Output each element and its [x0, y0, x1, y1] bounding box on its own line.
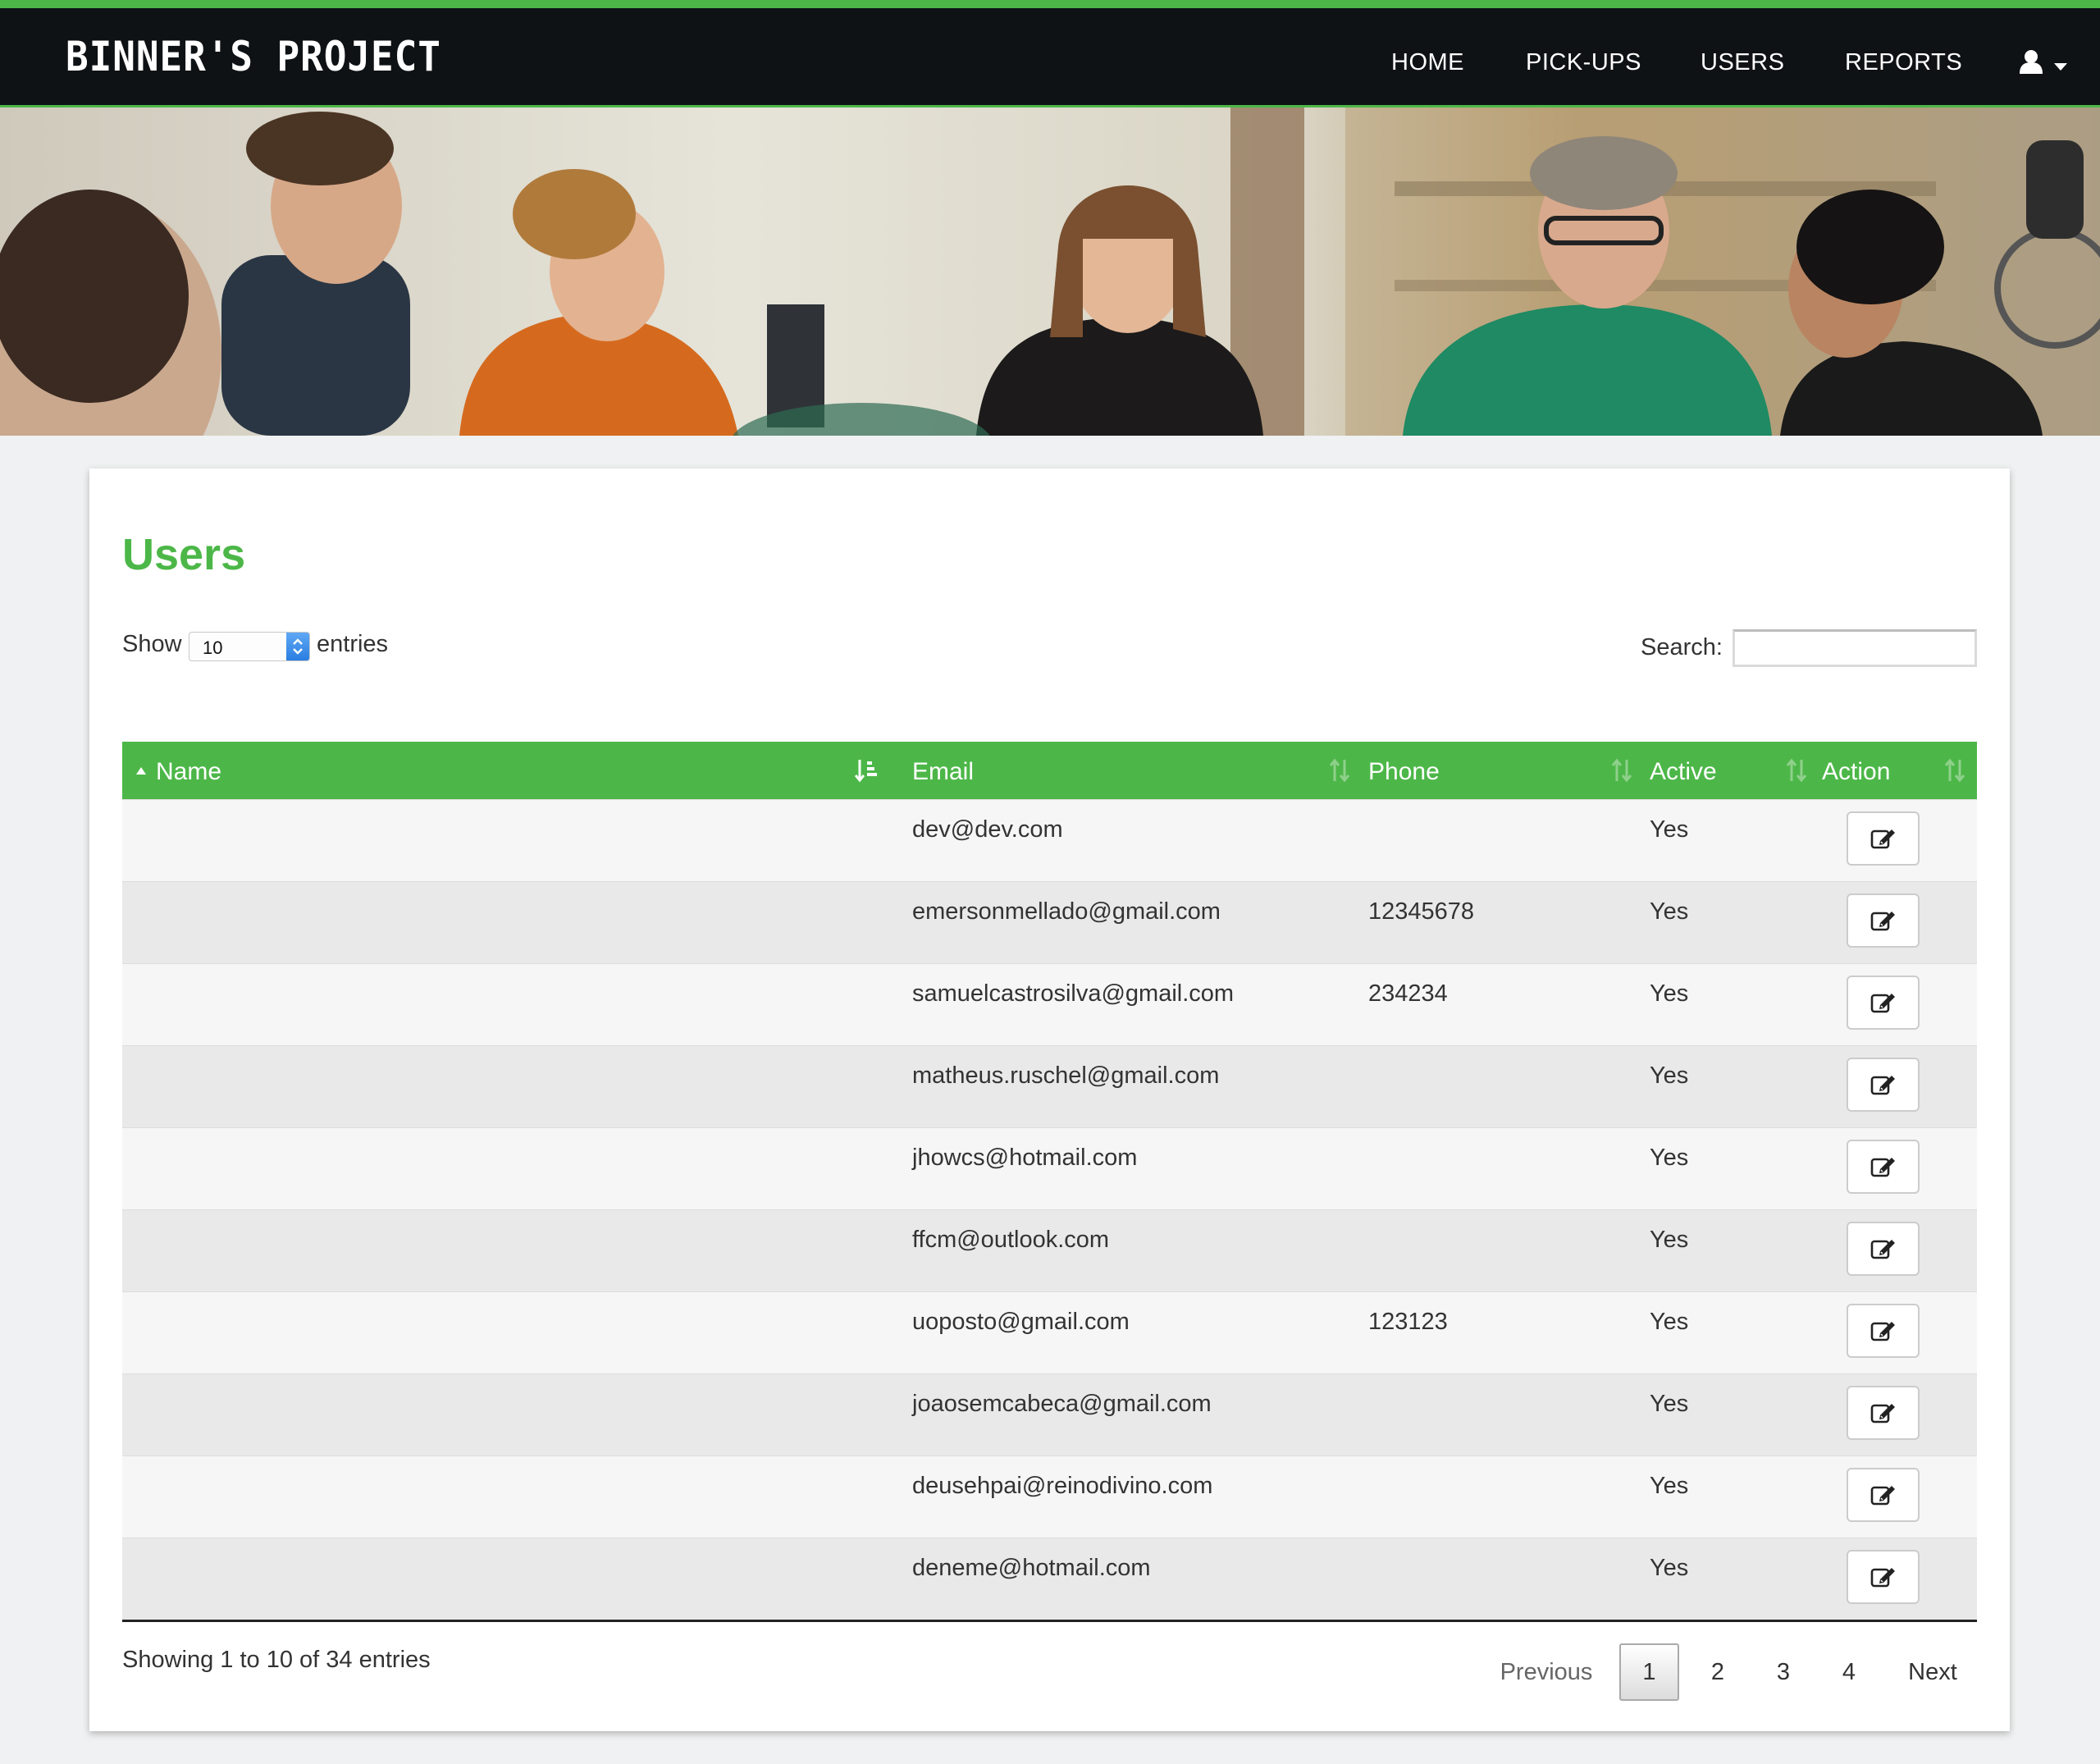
pagination: Previous 1 2 3 4 Next	[89, 1643, 2010, 1701]
table-row: dev@dev.com Yes	[122, 799, 1977, 881]
cell-active: Yes	[1650, 1063, 1689, 1089]
column-label: Action	[1822, 758, 1891, 785]
table-row: uoposto@gmail.com 123123 Yes	[122, 1291, 1977, 1373]
edit-user-button[interactable]	[1847, 1468, 1920, 1522]
edit-user-button[interactable]	[1847, 976, 1920, 1030]
table-row: matheus.ruschel@gmail.com Yes	[122, 1045, 1977, 1127]
sort-active-icon	[855, 760, 877, 783]
table-body: dev@dev.com Yes emersonmellado@gmail.com 12…	[122, 799, 1977, 1622]
search-label: Search:	[1641, 634, 1723, 660]
cell-active: Yes	[1650, 1391, 1689, 1417]
pagination-page-4[interactable]: 4	[1822, 1643, 1876, 1701]
select-arrows-icon	[286, 633, 309, 660]
nav-item-home[interactable]: HOME	[1391, 49, 1464, 76]
entries-label: entries	[317, 631, 389, 657]
pagination-next[interactable]: Next	[1888, 1643, 1978, 1701]
table-row: deneme@hotmail.com Yes	[122, 1538, 1977, 1620]
user-menu-dropdown[interactable]	[2020, 49, 2069, 79]
pagination-page-3[interactable]: 3	[1756, 1643, 1810, 1701]
edit-user-button[interactable]	[1847, 811, 1920, 866]
cell-email: emersonmellado@gmail.com	[912, 898, 1221, 925]
cell-email: dev@dev.com	[912, 816, 1063, 843]
column-header-name[interactable]: Name	[122, 742, 908, 799]
edit-icon	[1870, 912, 1895, 931]
edit-icon	[1870, 1568, 1895, 1588]
table-row: jhowcs@hotmail.com Yes	[122, 1127, 1977, 1209]
edit-user-button[interactable]	[1847, 1386, 1920, 1440]
cell-active: Yes	[1650, 898, 1689, 925]
edit-user-button[interactable]	[1847, 893, 1920, 948]
page-title: Users	[122, 530, 246, 579]
nav-item-reports[interactable]: REPORTS	[1845, 49, 1962, 76]
cell-active: Yes	[1650, 1473, 1689, 1499]
nav-menu: HOME PICK-UPS USERS REPORTS	[0, 8, 2100, 105]
table-row: samuelcastrosilva@gmail.com 234234 Yes	[122, 963, 1977, 1045]
edit-icon	[1870, 829, 1895, 849]
cell-email: samuelcastrosilva@gmail.com	[912, 980, 1235, 1007]
column-header-active[interactable]: Active	[1646, 742, 1818, 799]
cell-active: Yes	[1650, 1145, 1689, 1171]
sort-both-icon	[1611, 758, 1632, 783]
show-label: Show	[122, 631, 182, 657]
cell-phone: 12345678	[1368, 898, 1475, 925]
sort-both-icon	[1944, 758, 1965, 783]
entries-per-page-value: 10	[203, 638, 223, 658]
sort-both-icon	[1329, 758, 1350, 783]
cell-email: jhowcs@hotmail.com	[912, 1145, 1138, 1171]
cell-email: joaosemcabeca@gmail.com	[912, 1391, 1212, 1417]
column-header-email[interactable]: Email	[908, 742, 1364, 799]
column-label: Active	[1650, 758, 1717, 785]
cell-phone: 234234	[1368, 980, 1448, 1007]
table-row: ffcm@outlook.com Yes	[122, 1209, 1977, 1291]
cell-email: ffcm@outlook.com	[912, 1227, 1110, 1253]
column-header-action[interactable]: Action	[1818, 742, 1977, 799]
pagination-page-2[interactable]: 2	[1691, 1643, 1745, 1701]
edit-icon	[1870, 1486, 1895, 1506]
cell-email: matheus.ruschel@gmail.com	[912, 1063, 1220, 1089]
edit-user-button[interactable]	[1847, 1550, 1920, 1604]
cell-active: Yes	[1650, 816, 1689, 843]
cell-active: Yes	[1650, 1309, 1689, 1335]
edit-user-button[interactable]	[1847, 1222, 1920, 1276]
chevron-down-icon	[2054, 63, 2067, 71]
cell-active: Yes	[1650, 1555, 1689, 1581]
cell-email: uoposto@gmail.com	[912, 1309, 1130, 1335]
edit-icon	[1870, 1158, 1895, 1177]
cell-phone: 123123	[1368, 1309, 1448, 1335]
column-header-phone[interactable]: Phone	[1364, 742, 1646, 799]
cell-email: deneme@hotmail.com	[912, 1555, 1151, 1581]
users-table: Name Email Phone Active Action dev@dev.c…	[122, 742, 1977, 1622]
top-navbar: BINNER'S PROJECT HOME PICK-UPS USERS REP…	[0, 0, 2100, 107]
edit-user-button[interactable]	[1847, 1304, 1920, 1358]
user-icon	[2020, 50, 2043, 74]
edit-icon	[1870, 1076, 1895, 1095]
pagination-previous[interactable]: Previous	[1485, 1643, 1608, 1701]
table-header: Name Email Phone Active Action	[122, 742, 1977, 799]
edit-user-button[interactable]	[1847, 1058, 1920, 1112]
sort-ascending-indicator	[136, 767, 146, 775]
table-row: joaosemcabeca@gmail.com Yes	[122, 1373, 1977, 1456]
cell-active: Yes	[1650, 980, 1689, 1007]
search-input[interactable]	[1732, 629, 1977, 667]
hero-banner-image	[0, 107, 2100, 436]
sort-both-icon	[1786, 758, 1807, 783]
users-card: Users Show 10 entries Search: Name Email…	[89, 468, 2010, 1731]
edit-user-button[interactable]	[1847, 1140, 1920, 1194]
entries-per-page-select[interactable]: 10	[189, 632, 310, 661]
cell-email: deusehpai@reinodivino.com	[912, 1473, 1213, 1499]
edit-icon	[1870, 1404, 1895, 1424]
column-label: Phone	[1368, 758, 1440, 785]
column-label: Email	[912, 758, 975, 785]
edit-icon	[1870, 1322, 1895, 1341]
nav-item-pickups[interactable]: PICK-UPS	[1526, 49, 1641, 76]
cell-active: Yes	[1650, 1227, 1689, 1253]
table-row: deusehpai@reinodivino.com Yes	[122, 1456, 1977, 1538]
nav-item-users[interactable]: USERS	[1701, 49, 1784, 76]
edit-icon	[1870, 1240, 1895, 1259]
table-row: emersonmellado@gmail.com 12345678 Yes	[122, 881, 1977, 963]
column-label: Name	[156, 758, 222, 785]
edit-icon	[1870, 994, 1895, 1013]
pagination-page-1[interactable]: 1	[1619, 1643, 1679, 1701]
